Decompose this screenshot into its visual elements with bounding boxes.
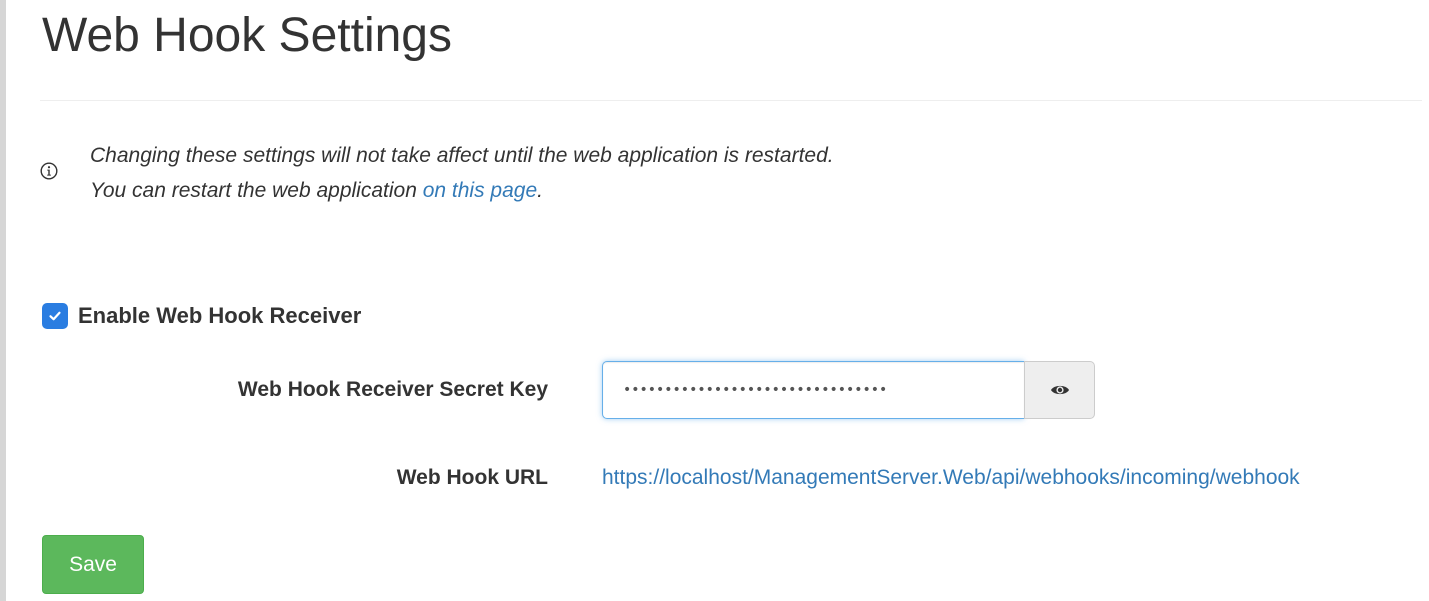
- restart-notice-period: .: [537, 179, 543, 202]
- enable-receiver-label: Enable Web Hook Receiver: [78, 303, 362, 328]
- secret-key-label: Web Hook Receiver Secret Key: [237, 378, 548, 401]
- restart-notice-line-1: Changing these settings will not take af…: [90, 144, 834, 167]
- save-button[interactable]: Save: [42, 535, 144, 594]
- checkmark-icon: [49, 311, 61, 321]
- info-icon: [40, 162, 58, 180]
- reveal-secret-button[interactable]: [1024, 361, 1095, 419]
- enable-receiver-row[interactable]: Enable Web Hook Receiver: [42, 303, 361, 329]
- page-title: Web Hook Settings: [42, 9, 452, 62]
- left-border: [0, 0, 6, 601]
- secret-key-input[interactable]: [602, 361, 1024, 419]
- restart-notice-text: You can restart the web application: [90, 179, 423, 202]
- web-hook-url-label: Web Hook URL: [396, 466, 548, 489]
- eye-icon: [1050, 385, 1069, 395]
- web-hook-url-value: https://localhost/ManagementServer.Web/a…: [602, 466, 1300, 489]
- restart-page-link[interactable]: on this page: [423, 179, 537, 202]
- restart-notice-line-2: You can restart the web application on t…: [90, 178, 543, 204]
- web-hook-settings-page: Web Hook Settings Changing these setting…: [0, 0, 1429, 601]
- title-divider: [40, 100, 1422, 101]
- enable-receiver-checkbox[interactable]: [42, 303, 68, 329]
